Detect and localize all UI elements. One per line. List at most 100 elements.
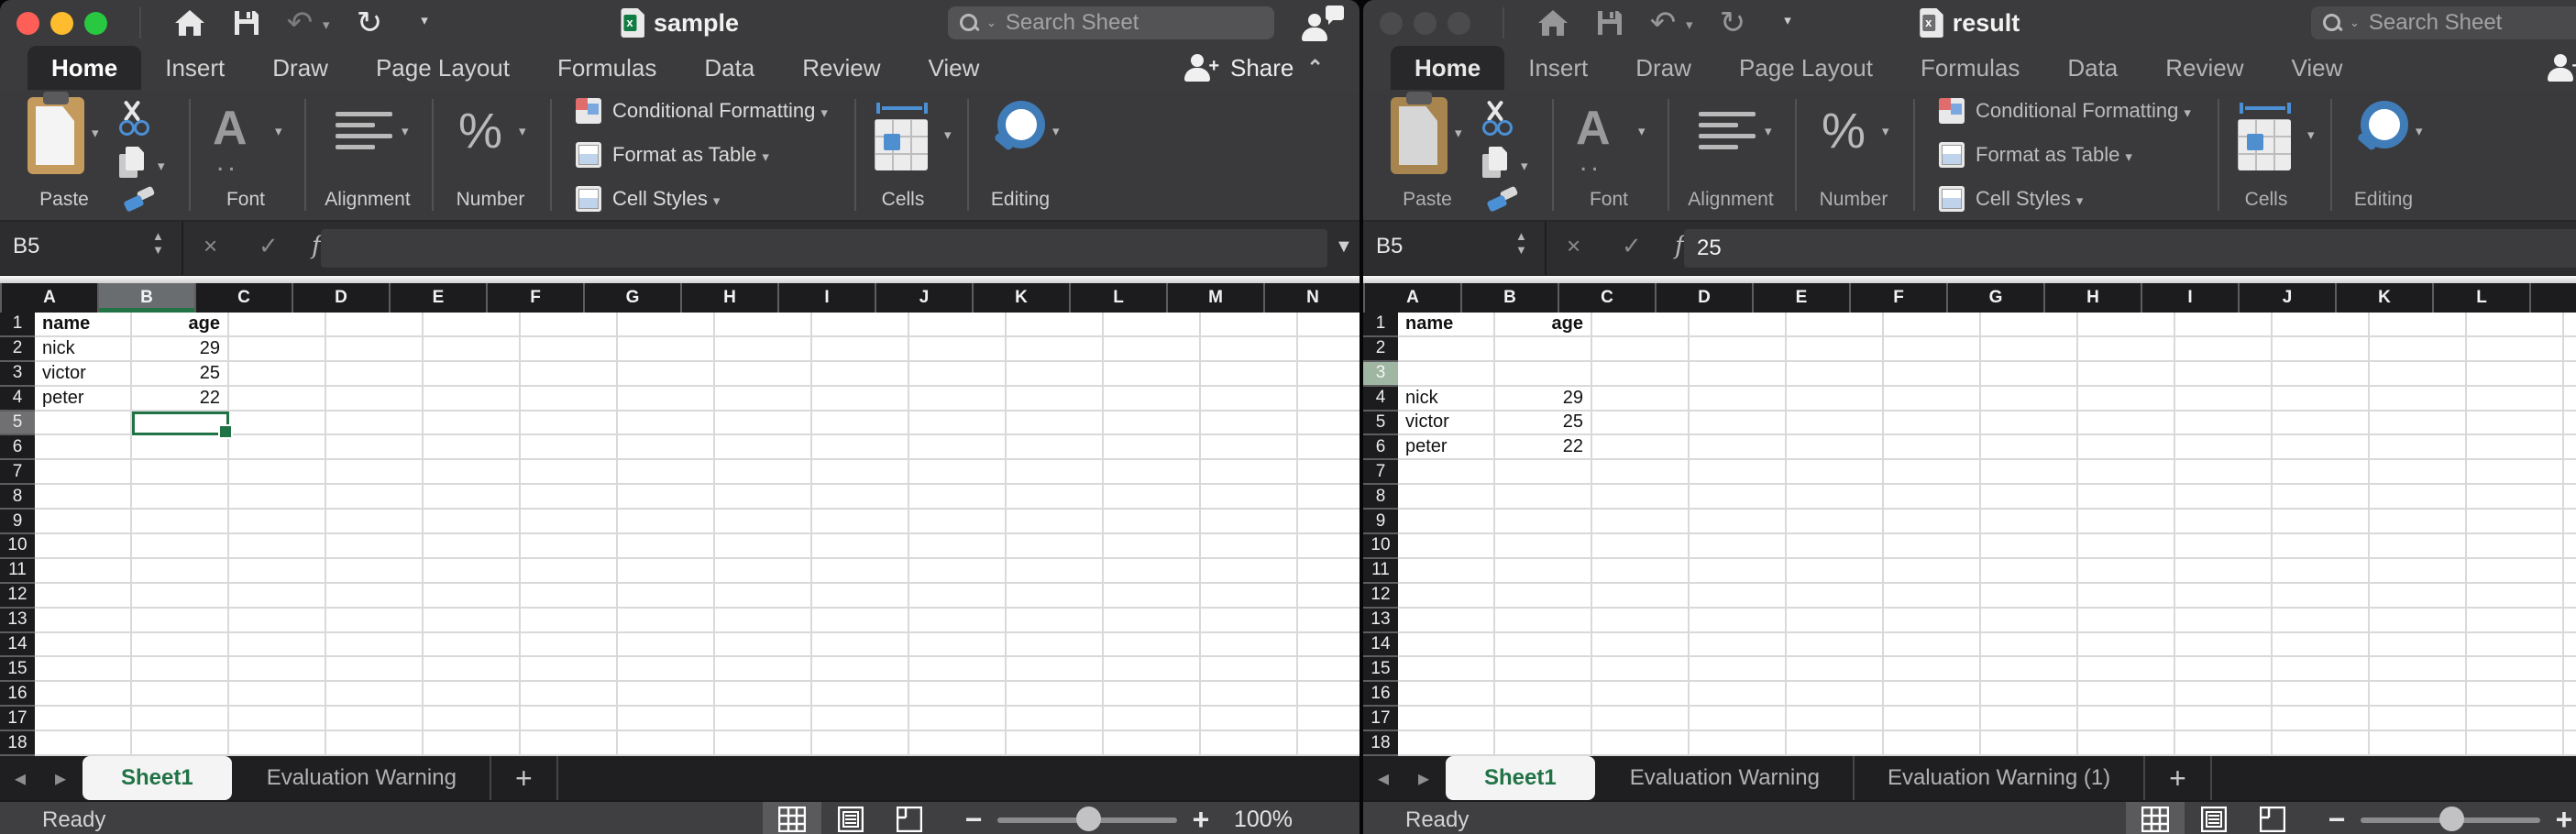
cell-K10[interactable] [1007, 534, 1104, 559]
cell-J9[interactable] [2273, 510, 2370, 534]
cell-N6[interactable] [1298, 435, 1360, 460]
cell-D1[interactable] [326, 313, 424, 337]
cell-L10[interactable] [2467, 534, 2564, 559]
ribbon-tab-formulas[interactable]: Formulas [1897, 46, 2043, 90]
share-cluster[interactable]: + Share ⌃ [1184, 46, 1324, 90]
cell-J10[interactable] [909, 534, 1007, 559]
cell-partial[interactable] [2564, 510, 2576, 534]
cell-D5[interactable] [326, 412, 424, 436]
cell-H5[interactable] [2078, 412, 2175, 436]
cell-G17[interactable] [1981, 707, 2078, 731]
cell-D18[interactable] [326, 731, 424, 756]
row-header-7[interactable]: 7 [1363, 460, 1398, 485]
cell-L3[interactable] [1104, 362, 1201, 387]
cell-H15[interactable] [2078, 657, 2175, 682]
search-scope-chevron-icon[interactable]: ⌄ [986, 16, 996, 30]
cell-C15[interactable] [1592, 657, 1690, 682]
ribbon-tab-view[interactable]: View [2268, 46, 2367, 90]
cell-C5[interactable] [229, 412, 326, 436]
column-header-B[interactable]: B [99, 283, 196, 313]
cell-D14[interactable] [1690, 633, 1787, 658]
cell-M16[interactable] [1201, 682, 1298, 707]
editing-icon[interactable] [2355, 101, 2406, 152]
cell-I14[interactable] [2175, 633, 2273, 658]
cell-F3[interactable] [521, 362, 618, 387]
cell-F2[interactable] [521, 337, 618, 362]
cell-L7[interactable] [2467, 460, 2564, 485]
cell-I6[interactable] [812, 435, 909, 460]
cell-F13[interactable] [521, 609, 618, 633]
cell-H13[interactable] [715, 609, 812, 633]
cell-G11[interactable] [1981, 559, 2078, 584]
cell-partial[interactable] [2564, 559, 2576, 584]
cell-B5[interactable] [132, 412, 229, 436]
cell-F16[interactable] [1884, 682, 1981, 707]
cell-L1[interactable] [2467, 313, 2564, 337]
cell-E7[interactable] [1787, 460, 1884, 485]
format-as-table-button[interactable]: Format as Table▾ [576, 141, 769, 169]
zoom-slider[interactable] [2361, 802, 2540, 834]
cell-F11[interactable] [1884, 559, 1981, 584]
cell-I1[interactable] [2175, 313, 2273, 337]
column-header-M[interactable]: M [1168, 283, 1265, 313]
cell-C9[interactable] [229, 510, 326, 534]
cell-I10[interactable] [2175, 534, 2273, 559]
cell-E8[interactable] [1787, 485, 1884, 510]
cell-D15[interactable] [1690, 657, 1787, 682]
cell-I17[interactable] [812, 707, 909, 731]
cell-G8[interactable] [1981, 485, 2078, 510]
cell-E3[interactable] [1787, 362, 1884, 387]
cell-H2[interactable] [2078, 337, 2175, 362]
cell-I2[interactable] [812, 337, 909, 362]
cell-E6[interactable] [424, 435, 521, 460]
cell-E4[interactable] [424, 387, 521, 412]
cell-J2[interactable] [2273, 337, 2370, 362]
cell-G12[interactable] [1981, 584, 2078, 609]
cell-K8[interactable] [1007, 485, 1104, 510]
cell-M1[interactable] [1201, 313, 1298, 337]
cell-J14[interactable] [2273, 633, 2370, 658]
cell-J3[interactable] [909, 362, 1007, 387]
cell-I16[interactable] [812, 682, 909, 707]
cell-F16[interactable] [521, 682, 618, 707]
column-header-G[interactable]: G [1948, 283, 2045, 313]
cell-F8[interactable] [521, 485, 618, 510]
cell-L14[interactable] [1104, 633, 1201, 658]
cell-N15[interactable] [1298, 657, 1360, 682]
ribbon-tab-draw[interactable]: Draw [248, 46, 352, 90]
cell-D1[interactable] [1690, 313, 1787, 337]
cell-N1[interactable] [1298, 313, 1360, 337]
cell-L13[interactable] [2467, 609, 2564, 633]
sheet-tab-sheet1[interactable]: Sheet1 [83, 756, 232, 800]
formula-input[interactable] [321, 229, 1327, 268]
cell-E4[interactable] [1787, 387, 1884, 412]
cell-I2[interactable] [2175, 337, 2273, 362]
cell-B9[interactable] [132, 510, 229, 534]
cell-B12[interactable] [132, 584, 229, 609]
copy-dropdown-arrow[interactable] [1521, 158, 1528, 175]
cell-J14[interactable] [909, 633, 1007, 658]
sheet-tab-sheet1[interactable]: Sheet1 [1446, 756, 1595, 800]
cell-F17[interactable] [1884, 707, 1981, 731]
cell-L4[interactable] [2467, 387, 2564, 412]
cell-H13[interactable] [2078, 609, 2175, 633]
cell-H1[interactable] [715, 313, 812, 337]
row-header-6[interactable]: 6 [1363, 435, 1398, 460]
cell-L17[interactable] [2467, 707, 2564, 731]
column-header-N[interactable]: N [1265, 283, 1360, 313]
cell-L11[interactable] [2467, 559, 2564, 584]
cell-A8[interactable] [1398, 485, 1495, 510]
cell-A15[interactable] [1398, 657, 1495, 682]
row-header-5[interactable]: 5 [1363, 412, 1398, 436]
column-header-I[interactable]: I [2142, 283, 2240, 313]
cell-A11[interactable] [35, 559, 132, 584]
cell-I10[interactable] [812, 534, 909, 559]
page-layout-view-icon[interactable] [821, 802, 880, 834]
row-header-11[interactable]: 11 [0, 559, 35, 584]
cell-I14[interactable] [812, 633, 909, 658]
cell-J1[interactable] [909, 313, 1007, 337]
select-all-corner[interactable] [0, 283, 2, 313]
font-dropdown-arrow[interactable] [1638, 123, 1646, 140]
editing-dropdown-arrow[interactable] [1052, 123, 1060, 140]
row-header-9[interactable]: 9 [0, 510, 35, 534]
